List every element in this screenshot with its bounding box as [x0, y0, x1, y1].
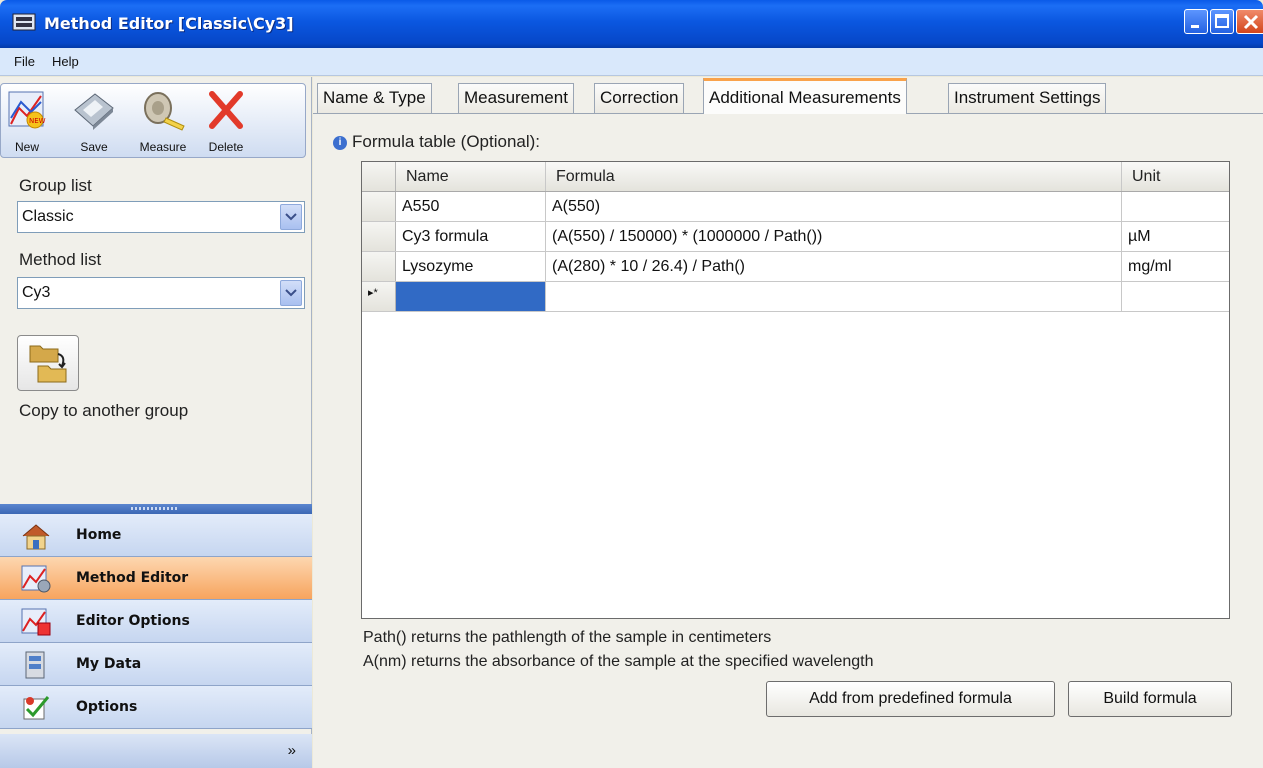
measure-button[interactable]: Measure [133, 88, 193, 154]
row-selector[interactable] [362, 252, 396, 281]
home-icon [22, 524, 50, 550]
add-predefined-formula-button[interactable]: Add from predefined formula [766, 681, 1055, 717]
nav-editor-options-label: Editor Options [76, 613, 190, 629]
method-list-value: Cy3 [22, 284, 51, 301]
formula-table-caption: Formula table (Optional): [352, 132, 541, 151]
help-note-absorbance: A(nm) returns the absorbance of the samp… [363, 653, 874, 670]
maximize-icon [1215, 14, 1229, 28]
formula-table: Name Formula Unit A550 A(550) Cy3 formul… [361, 161, 1230, 619]
row-selector-header [362, 162, 396, 191]
cell-formula[interactable]: (A(280) * 10 / 26.4) / Path() [546, 252, 1122, 281]
column-header-unit[interactable]: Unit [1122, 162, 1229, 191]
table-header-row: Name Formula Unit [362, 162, 1229, 192]
new-row-marker-icon: ▸* [362, 282, 396, 311]
my-data-icon [25, 651, 45, 679]
nav-home-label: Home [76, 527, 122, 543]
tab-name-type[interactable]: Name & Type [317, 83, 432, 113]
row-selector[interactable] [362, 192, 396, 221]
row-selector[interactable] [362, 222, 396, 251]
delete-button[interactable]: Delete [201, 88, 251, 154]
tab-additional-measurements[interactable]: Additional Measurements [703, 78, 907, 114]
app-icon [12, 13, 36, 31]
cell-name[interactable]: A550 [396, 192, 546, 221]
copy-to-group-button[interactable] [17, 335, 79, 391]
tab-measurement[interactable]: Measurement [458, 83, 574, 113]
method-editor-icon [21, 565, 51, 593]
chevron-down-icon[interactable] [280, 280, 302, 306]
new-cell-formula[interactable] [546, 282, 1122, 311]
info-icon: i [333, 136, 347, 150]
nav-options-label: Options [76, 699, 138, 715]
minimize-icon [1191, 25, 1199, 28]
cell-name[interactable]: Lysozyme [396, 252, 546, 281]
table-row[interactable]: A550 A(550) [362, 192, 1229, 222]
table-row[interactable]: Lysozyme (A(280) * 10 / 26.4) / Path() m… [362, 252, 1229, 282]
left-panel: NEW New Save Measure Delete Group list C… [0, 77, 312, 768]
column-header-formula[interactable]: Formula [546, 162, 1122, 191]
nav-my-data[interactable]: My Data [0, 643, 312, 686]
column-header-name[interactable]: Name [396, 162, 546, 191]
cell-unit[interactable]: µM [1122, 222, 1229, 251]
toolbar: NEW New Save Measure Delete [0, 83, 306, 158]
grip-icon [131, 507, 179, 510]
content-pane: Name & Type Measurement Correction Addit… [313, 77, 1263, 768]
menu-file[interactable]: File [14, 54, 35, 69]
nav-method-editor-label: Method Editor [76, 570, 189, 586]
title-bar: Method Editor [Classic\Cy3] [0, 0, 1263, 48]
close-button[interactable] [1236, 9, 1263, 34]
menu-bar: File Help [0, 48, 1263, 76]
nav-editor-options[interactable]: Editor Options [0, 600, 312, 643]
tab-correction[interactable]: Correction [594, 83, 685, 113]
group-list-select[interactable]: Classic [17, 201, 305, 233]
cell-name[interactable]: Cy3 formula [396, 222, 546, 251]
new-table-row[interactable]: ▸* [362, 282, 1229, 312]
new-label: New [14, 140, 39, 154]
copy-folders-icon [29, 345, 67, 383]
minimize-button[interactable] [1184, 9, 1208, 34]
nav-home[interactable]: Home [0, 514, 312, 557]
window-title: Method Editor [Classic\Cy3] [44, 14, 294, 33]
close-icon [1243, 14, 1259, 30]
group-list-label: Group list [19, 176, 92, 195]
nav-options[interactable]: Options [0, 686, 312, 729]
panel-splitter[interactable] [0, 504, 312, 514]
method-list-label: Method list [19, 250, 102, 269]
delete-x-icon [209, 91, 243, 129]
help-note-path: Path() returns the pathlength of the sam… [363, 629, 772, 646]
double-chevron-icon: » [287, 742, 296, 759]
save-disk-icon [74, 93, 114, 130]
table-row[interactable]: Cy3 formula (A(550) / 150000) * (1000000… [362, 222, 1229, 252]
new-cell-unit[interactable] [1122, 282, 1229, 311]
delete-label: Delete [208, 140, 244, 154]
copy-to-group-label: Copy to another group [19, 401, 189, 420]
maximize-button[interactable] [1210, 9, 1234, 34]
svg-text:NEW: NEW [29, 117, 46, 125]
build-formula-button[interactable]: Build formula [1068, 681, 1232, 717]
new-method-icon: NEW [8, 91, 46, 129]
cell-unit[interactable]: mg/ml [1122, 252, 1229, 281]
new-cell-name[interactable] [396, 282, 546, 311]
save-label: Save [80, 140, 108, 154]
group-list-value: Classic [22, 208, 74, 225]
nav-my-data-label: My Data [76, 656, 142, 672]
cell-formula[interactable]: A(550) [546, 192, 1122, 221]
measure-label: Measure [139, 140, 187, 154]
method-list-select[interactable]: Cy3 [17, 277, 305, 309]
nav-overflow-button[interactable]: » [0, 734, 312, 768]
cell-unit[interactable] [1122, 192, 1229, 221]
options-icon [23, 696, 50, 720]
chevron-down-icon[interactable] [280, 204, 302, 230]
cell-formula[interactable]: (A(550) / 150000) * (1000000 / Path()) [546, 222, 1122, 251]
measure-tape-icon [144, 92, 185, 131]
editor-options-icon [21, 608, 51, 636]
new-button[interactable]: NEW New [7, 88, 47, 154]
menu-help[interactable]: Help [52, 54, 79, 69]
save-button[interactable]: Save [71, 88, 117, 154]
nav-method-editor[interactable]: Method Editor [0, 557, 312, 600]
tab-instrument-settings[interactable]: Instrument Settings [948, 83, 1107, 113]
